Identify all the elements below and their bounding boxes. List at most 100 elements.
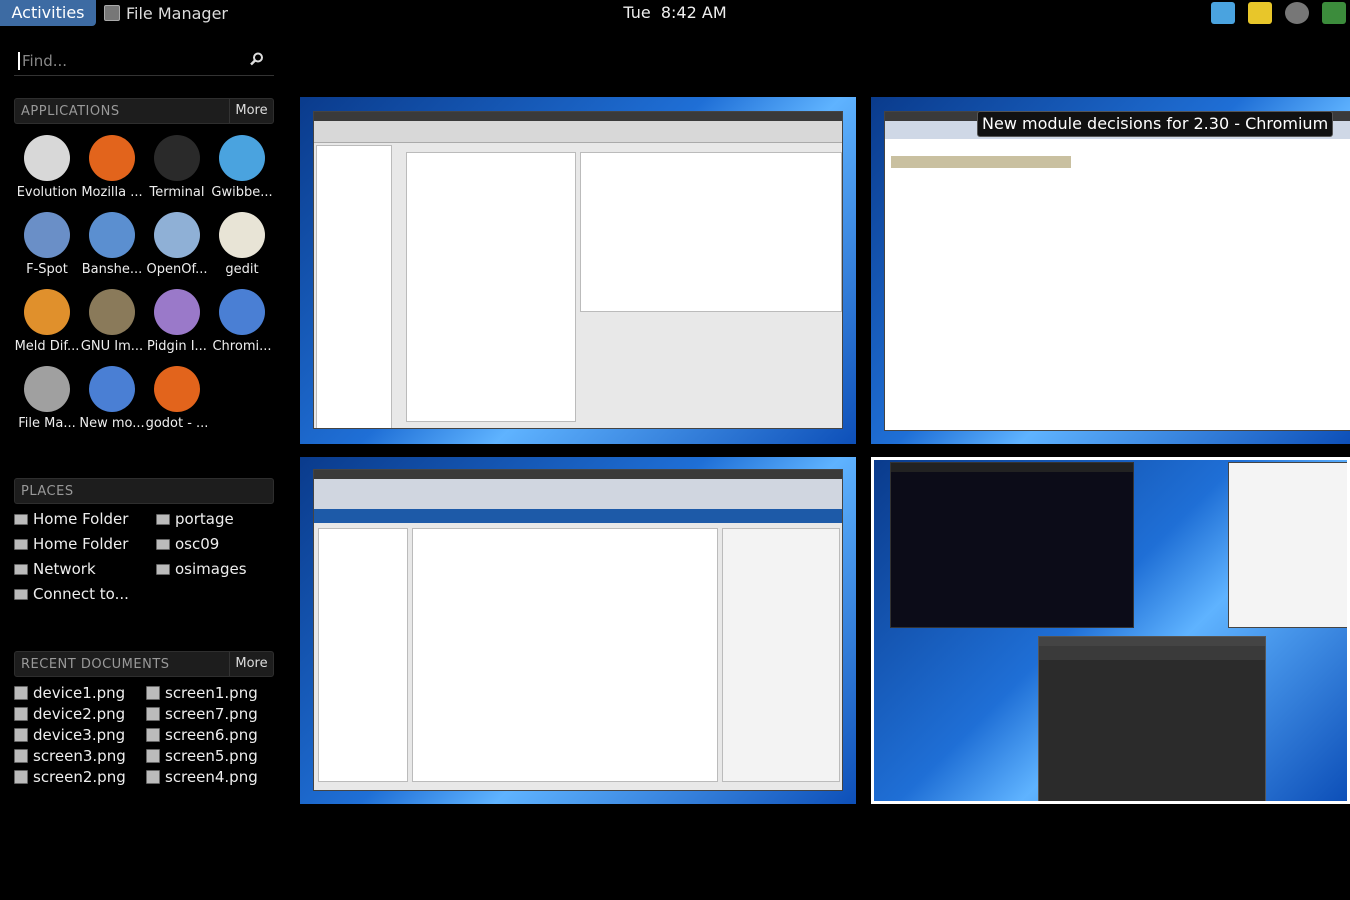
- place-label: Network: [33, 560, 96, 578]
- file-manager-icon: [24, 366, 70, 412]
- place-item[interactable]: osc09: [156, 535, 219, 553]
- search-input[interactable]: Find...: [18, 52, 67, 70]
- clock-day[interactable]: Tue: [623, 3, 650, 22]
- fspot-icon: [24, 212, 70, 258]
- place-item[interactable]: Home Folder: [14, 535, 128, 553]
- image-file-icon: [14, 749, 28, 763]
- recent-document[interactable]: screen5.png: [146, 747, 258, 765]
- recent-header: RECENT DOCUMENTS More: [14, 651, 274, 677]
- notes-icon[interactable]: [1248, 2, 1272, 24]
- app-menu[interactable]: File Manager: [104, 0, 228, 26]
- network-status-icon[interactable]: [1322, 2, 1346, 24]
- twitter-icon[interactable]: [1211, 2, 1235, 24]
- app-launcher[interactable]: Pidgin I...: [144, 287, 210, 359]
- app-launcher[interactable]: OpenOf...: [144, 210, 210, 282]
- evolution-icon: [24, 135, 70, 181]
- recent-heading: RECENT DOCUMENTS: [21, 657, 170, 672]
- search-icon: [250, 52, 263, 66]
- recent-document[interactable]: screen7.png: [146, 705, 258, 723]
- app-launcher[interactable]: Terminal: [144, 133, 210, 205]
- places-header: PLACES: [14, 478, 274, 504]
- applications-more-button[interactable]: More: [229, 99, 273, 123]
- recent-more-button[interactable]: More: [229, 652, 273, 676]
- recent-document[interactable]: device3.png: [14, 726, 125, 744]
- app-launcher[interactable]: F-Spot: [14, 210, 80, 282]
- search-box[interactable]: Find...: [14, 46, 274, 76]
- image-file-icon: [14, 707, 28, 721]
- network-icon: [14, 563, 28, 575]
- recent-document[interactable]: screen4.png: [146, 768, 258, 786]
- recent-document[interactable]: screen3.png: [14, 747, 126, 765]
- app-launcher[interactable]: GNU Im...: [79, 287, 145, 359]
- recent-document-label: screen2.png: [33, 768, 126, 786]
- place-item[interactable]: Home Folder: [14, 510, 128, 528]
- place-label: osc09: [175, 535, 220, 553]
- home-folder-icon: [14, 538, 28, 550]
- window-evolution[interactable]: [300, 97, 856, 444]
- app-label: Terminal: [149, 185, 205, 200]
- app-label: Banshe...: [81, 262, 143, 277]
- applications-header: APPLICATIONS More: [14, 98, 274, 124]
- folder-icon: [156, 513, 170, 525]
- recent-document[interactable]: screen1.png: [146, 684, 258, 702]
- top-bar: Activities File Manager Tue 8:42 AM: [0, 0, 1350, 26]
- app-label: Evolution: [16, 185, 78, 200]
- firefox-icon: [89, 135, 135, 181]
- activities-button[interactable]: Activities: [0, 0, 96, 26]
- place-item[interactable]: portage: [156, 510, 234, 528]
- recent-document-label: device3.png: [33, 726, 126, 744]
- app-label: Meld Dif...: [14, 339, 80, 354]
- banshee-icon: [89, 212, 135, 258]
- window-terminal-filemanager[interactable]: [871, 457, 1350, 804]
- app-launcher[interactable]: Gwibbe...: [209, 133, 275, 205]
- app-label: F-Spot: [26, 262, 68, 277]
- clock-time[interactable]: 8:42 AM: [661, 3, 727, 22]
- app-label: Chromi...: [212, 339, 272, 354]
- window-chromium[interactable]: [871, 97, 1350, 444]
- app-launcher[interactable]: Mozilla ...: [79, 133, 145, 205]
- recent-document[interactable]: device2.png: [14, 705, 125, 723]
- app-launcher[interactable]: godot - ...: [144, 364, 210, 436]
- app-label: godot - ...: [145, 416, 209, 431]
- image-file-icon: [14, 686, 28, 700]
- folder-icon: [156, 538, 170, 550]
- home-folder-icon: [14, 513, 28, 525]
- image-file-icon: [146, 686, 160, 700]
- chromium-icon: [89, 366, 135, 412]
- places-heading: PLACES: [21, 484, 74, 499]
- window-title-tooltip: New module decisions for 2.30 - Chromium: [977, 111, 1334, 137]
- place-item[interactable]: osimages: [156, 560, 247, 578]
- window-firefox[interactable]: [300, 457, 856, 804]
- recent-document-label: screen5.png: [165, 747, 258, 765]
- image-file-icon: [146, 749, 160, 763]
- app-launcher[interactable]: Chromi...: [209, 287, 275, 359]
- app-launcher[interactable]: Meld Dif...: [14, 287, 80, 359]
- app-label: OpenOf...: [146, 262, 208, 277]
- app-launcher[interactable]: New mo...: [79, 364, 145, 436]
- recent-document[interactable]: device1.png: [14, 684, 125, 702]
- recent-document[interactable]: screen6.png: [146, 726, 258, 744]
- image-file-icon: [146, 728, 160, 742]
- volume-icon[interactable]: [1285, 2, 1309, 24]
- place-item[interactable]: Network: [14, 560, 96, 578]
- recent-document-label: screen6.png: [165, 726, 258, 744]
- app-launcher[interactable]: gedit: [209, 210, 275, 282]
- meld-icon: [24, 289, 70, 335]
- openoffice-icon: [154, 212, 200, 258]
- recent-document[interactable]: screen2.png: [14, 768, 126, 786]
- app-launcher[interactable]: Evolution: [14, 133, 80, 205]
- recent-document-label: screen7.png: [165, 705, 258, 723]
- gimp-icon: [89, 289, 135, 335]
- image-file-icon: [146, 770, 160, 784]
- place-label: osimages: [175, 560, 247, 578]
- image-file-icon: [14, 728, 28, 742]
- app-launcher[interactable]: Banshe...: [79, 210, 145, 282]
- app-launcher[interactable]: File Ma...: [14, 364, 80, 436]
- app-label: New mo...: [79, 416, 145, 431]
- image-file-icon: [146, 707, 160, 721]
- chromium-icon: [219, 289, 265, 335]
- app-label: GNU Im...: [80, 339, 144, 354]
- place-item[interactable]: Connect to...: [14, 585, 129, 603]
- recent-document-label: screen4.png: [165, 768, 258, 786]
- recent-document-label: device1.png: [33, 684, 126, 702]
